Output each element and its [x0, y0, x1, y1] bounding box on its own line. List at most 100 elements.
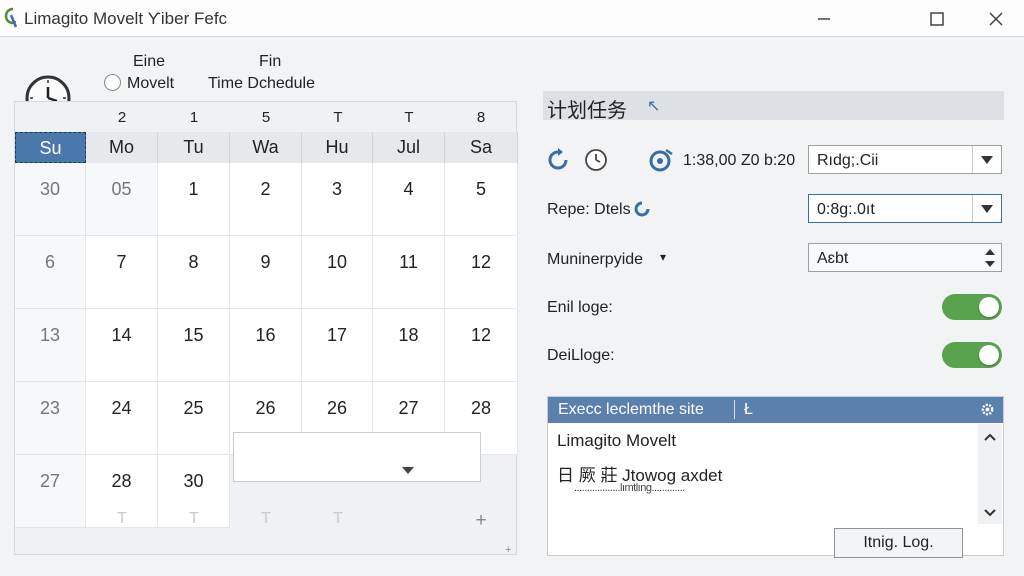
combo-divider — [972, 146, 973, 173]
minimize-button[interactable] — [804, 6, 844, 32]
minimize-icon — [818, 18, 830, 20]
mode-spinner[interactable]: Aɛbt — [808, 243, 1002, 272]
calendar-day-cell[interactable]: 10 — [302, 236, 373, 309]
schedule-section-header: 计划任务 ↖ — [543, 91, 1004, 122]
log-button[interactable]: Itnig. Log. — [834, 528, 963, 558]
repeat-label: Repe: Dtels — [547, 201, 631, 218]
calendar-day-cell[interactable]: 6 — [15, 236, 86, 309]
delete-log-toggle[interactable] — [942, 342, 1002, 368]
maximize-icon — [930, 12, 944, 26]
calendar-day-cell[interactable]: 7 — [86, 236, 158, 309]
arrow-up-left-icon: ↖ — [647, 98, 661, 115]
toggle-knob — [979, 297, 999, 317]
toggle2-label: DeiLloge: — [547, 347, 615, 364]
toggle1-label: Enil loge: — [547, 299, 613, 316]
caret-down-icon[interactable]: ▾ — [660, 250, 666, 264]
maximize-button[interactable] — [917, 6, 957, 32]
schedule-combo-value: Rıdg;.Cii — [817, 152, 879, 169]
calendar-day-cell[interactable]: 9 — [230, 236, 302, 309]
title-bar: Limagito Movelt Ƴiber Fefc — [0, 0, 1024, 37]
day-header-wa[interactable]: Wa — [230, 132, 302, 163]
ghost-cell: T — [189, 510, 199, 527]
close-button[interactable] — [976, 6, 1016, 32]
repeat-combo[interactable]: 0:8g:.0ıt — [808, 194, 1002, 223]
calendar-day-cell[interactable]: 16 — [230, 309, 302, 382]
schedule-title: 计划任务 — [547, 100, 627, 122]
day-header-su[interactable]: Su — [15, 132, 86, 163]
day-header-sa[interactable]: Sa — [445, 132, 518, 163]
calendar-day-cell[interactable]: 11 — [373, 236, 445, 309]
calendar-day-cell[interactable]: 12 — [445, 309, 518, 382]
calendar-day-cell[interactable]: 2 — [230, 163, 302, 236]
app-logo-icon — [4, 7, 18, 28]
add-icon[interactable]: + — [445, 510, 517, 532]
calendar-day-cell[interactable]: 12 — [445, 236, 518, 309]
calendar-day-cell[interactable]: 24 — [86, 382, 158, 455]
column-number-row: 2 1 5 T T 8 — [15, 102, 518, 132]
column-number: T — [333, 109, 343, 126]
chevron-up-icon[interactable] — [983, 432, 997, 442]
window-title: Limagito Movelt Ƴiber Fefc — [24, 9, 228, 28]
ghost-cell: T — [333, 510, 343, 527]
ghost-cell: T — [117, 510, 127, 527]
chevron-down-icon — [981, 205, 993, 213]
calendar-day-cell[interactable]: 14 — [86, 309, 158, 382]
header-divider — [734, 400, 735, 419]
clock-small-icon[interactable] — [584, 148, 608, 172]
column-number: 1 — [189, 109, 199, 126]
calendar: 2 1 5 T T 8 Su Mo Tu Wa Hu Jul Sa 30 05 1 2… — [14, 101, 518, 555]
up-down-icon[interactable] — [983, 248, 997, 268]
toggle-knob — [979, 345, 999, 365]
fin-label: Fin — [259, 53, 282, 70]
day-header-hu[interactable]: Hu — [302, 132, 373, 163]
calendar-day-cell[interactable]: 4 — [373, 163, 445, 236]
chevron-down-icon[interactable] — [983, 508, 997, 518]
repeat-icon[interactable] — [632, 199, 652, 219]
log-header-suffix: Ł — [744, 401, 753, 418]
sync-icon[interactable] — [546, 148, 570, 172]
calendar-day-cell[interactable]: 8 — [158, 236, 230, 309]
calendar-day-cell[interactable]: 17 — [302, 309, 373, 382]
column-number: 5 — [261, 109, 271, 126]
spinner-value: Aɛbt — [817, 250, 849, 267]
calendar-day-cell[interactable]: 27 — [15, 455, 86, 528]
column-number: 8 — [476, 109, 486, 126]
log-header-text: Execc leclemthe site — [558, 401, 704, 418]
chevron-down-icon — [981, 156, 993, 164]
day-header-tu[interactable]: Tu — [158, 132, 230, 163]
calendar-day-cell[interactable]: 13 — [15, 309, 86, 382]
gear-icon[interactable] — [980, 402, 995, 417]
close-icon — [989, 12, 1003, 26]
chevron-down-icon — [402, 467, 414, 474]
log-entry: ..................lımtlıng............. — [574, 482, 685, 494]
day-header-row: Su Mo Tu Wa Hu Jul Sa — [15, 132, 518, 163]
calendar-day-cell[interactable]: 25 — [158, 382, 230, 455]
day-header-jul[interactable]: Jul — [373, 132, 445, 163]
day-header-mo[interactable]: Mo — [86, 132, 158, 163]
schedule-combo[interactable]: Rıdg;.Cii — [808, 145, 1002, 174]
calendar-day-cell[interactable]: 15 — [158, 309, 230, 382]
calendar-day-cell[interactable]: 23 — [15, 382, 86, 455]
calendar-day-cell[interactable]: 18 — [373, 309, 445, 382]
radio-label[interactable]: Movelt — [127, 75, 174, 93]
column-number: 2 — [117, 109, 127, 126]
movelt-radio[interactable] — [104, 74, 121, 91]
combo-divider — [972, 195, 973, 222]
timer-icon[interactable] — [648, 148, 674, 172]
time-dropdown-overlay[interactable] — [233, 432, 481, 482]
log-panel: Execc leclemthe site Ł Limagito Movelt 日… — [547, 396, 1004, 558]
resize-grip-icon[interactable]: + — [505, 544, 511, 556]
ghost-cell: T — [261, 510, 271, 527]
log-entry: Limagito Movelt — [557, 431, 677, 450]
calendar-day-cell[interactable]: 30 — [15, 163, 86, 236]
mode-label[interactable]: Muninerpyide — [547, 251, 643, 269]
column-number: T — [404, 109, 414, 126]
calendar-day-cell[interactable]: 05 — [86, 163, 158, 236]
calendar-day-cell[interactable]: 5 — [445, 163, 518, 236]
fine-label: Eine — [133, 53, 166, 70]
log-scrollbar[interactable] — [978, 424, 1002, 524]
calendar-day-cell[interactable]: 1 — [158, 163, 230, 236]
enable-log-toggle[interactable] — [942, 294, 1002, 320]
time-range: 1:38,00 Z0 b:20 — [683, 152, 796, 169]
calendar-day-cell[interactable]: 3 — [302, 163, 373, 236]
